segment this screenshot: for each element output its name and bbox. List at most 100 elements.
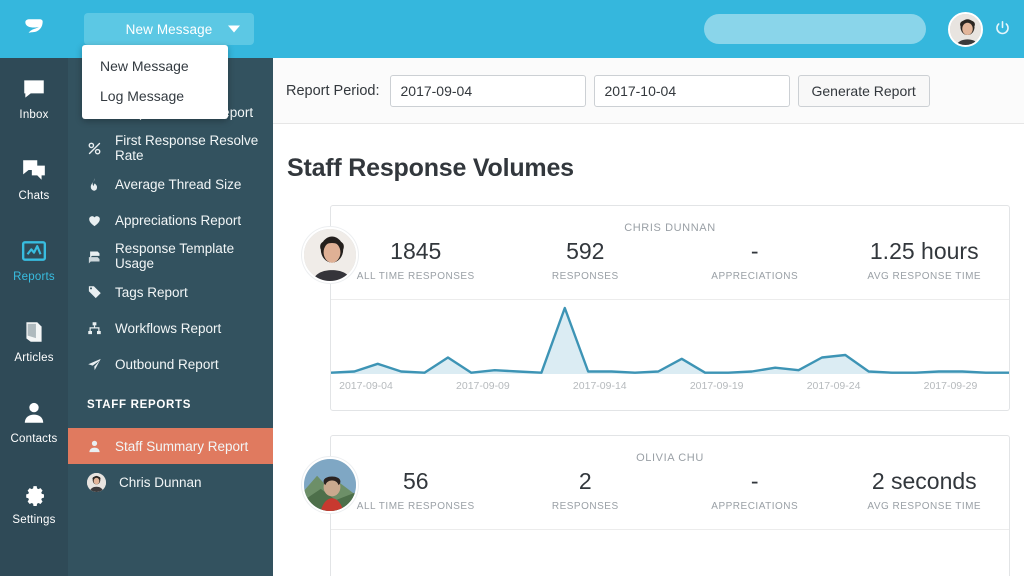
stat-label: ALL TIME RESPONSES [356, 501, 475, 512]
staff-reports-section-header: STAFF REPORTS [87, 399, 192, 411]
new-message-button-label: New Message [125, 21, 213, 37]
sidebar-item-chris-dunnan[interactable]: Chris Dunnan [68, 464, 273, 500]
sidebar-item-contacts[interactable]: Contacts [0, 382, 68, 463]
tag-icon [87, 285, 102, 300]
stat-label: AVG RESPONSE TIME [867, 501, 982, 512]
chart-x-tick-label: 2017-09-29 [923, 380, 978, 392]
sidebar-item-label: Contacts [10, 433, 58, 445]
stat-avg-response-time: 1.25 hours AVG RESPONSE TIME [840, 236, 1010, 282]
sidebar-item-label: Average Thread Size [115, 176, 242, 192]
stat-label: ALL TIME RESPONSES [356, 271, 475, 282]
main-content: Report Period: Generate Report Staff Res… [273, 58, 1024, 576]
power-icon[interactable] [993, 19, 1012, 38]
workflow-icon [87, 321, 102, 336]
staff-name: OLIVIA CHU [636, 452, 704, 464]
stat-value: 1.25 hours [869, 238, 979, 264]
avatar [87, 472, 106, 492]
stat-value: 592 [566, 238, 605, 264]
stat-appreciations: - APPRECIATIONS [670, 466, 840, 512]
sidebar-item-label: First Response Resolve Rate [115, 133, 259, 163]
avatar-image [87, 472, 106, 492]
sidebar-item-label: Staff Summary Report [115, 438, 249, 454]
sidebar-item-reports[interactable]: Reports [0, 220, 68, 301]
sidebar-item-average-thread-size[interactable]: Average Thread Size [68, 166, 273, 202]
staff-card: CHRIS DUNNAN 1845 ALL TIME RESPONSES 592… [302, 205, 1010, 411]
sidebar-item-label: Chris Dunnan [119, 474, 202, 490]
date-from-input[interactable] [389, 74, 586, 107]
flame-icon [87, 177, 102, 192]
date-to-input[interactable] [593, 74, 790, 107]
response-volume-chart: 2017-09-04 2017-09-09 2017-09-14 2017-09-19… [331, 300, 1009, 410]
logo[interactable] [0, 0, 68, 58]
sidebar-item-chats[interactable]: Chats [0, 139, 68, 220]
new-message-button[interactable]: New Message [84, 13, 254, 45]
sidebar-item-first-response-resolve-rate[interactable]: First Response Resolve Rate [68, 130, 273, 166]
chevron-down-icon [228, 25, 240, 33]
stat-label: APPRECIATIONS [711, 501, 799, 512]
stat-value: - [750, 238, 759, 264]
person-icon [24, 402, 44, 423]
report-period-label: Report Period: [286, 82, 380, 99]
staff-stats-row: 56 ALL TIME RESPONSES 2 RESPONSES - APPR… [331, 464, 1009, 529]
sidebar-item-inbox[interactable]: Inbox [0, 58, 68, 139]
stat-label: AVG RESPONSE TIME [867, 271, 982, 282]
chart-x-tick-label: 2017-09-24 [806, 380, 861, 392]
book-icon [26, 322, 42, 342]
sparkline-area-chart [331, 300, 1009, 374]
chart-x-tick-label: 2017-09-14 [572, 380, 627, 392]
chart-x-axis: 2017-09-04 2017-09-09 2017-09-14 2017-09-19… [331, 380, 1009, 402]
reports-sidebar: Volume Report Response Time Report First… [68, 58, 273, 576]
sidebar-item-label: Settings [12, 514, 56, 526]
template-icon [87, 249, 102, 264]
chart-monitor-icon [21, 241, 47, 261]
sidebar-item-appreciations-report[interactable]: Appreciations Report [68, 202, 273, 238]
percent-icon [87, 141, 102, 156]
sidebar-item-label: Workflows Report [115, 320, 222, 336]
stat-responses: 592 RESPONSES [501, 236, 671, 282]
chart-x-tick-label: 2017-09-09 [456, 380, 510, 392]
staff-cards-list: CHRIS DUNNAN 1845 ALL TIME RESPONSES 592… [273, 183, 1024, 576]
sidebar-item-tags-report[interactable]: Tags Report [68, 274, 273, 310]
chart-x-tick-label: 2017-09-19 [689, 380, 744, 392]
sidebar-item-settings[interactable]: Settings [0, 463, 68, 544]
avatar[interactable] [948, 12, 983, 47]
stat-value: - [750, 468, 759, 494]
sidebar-item-response-template-usage[interactable]: Response Template Usage [68, 238, 273, 274]
new-message-dropdown-menu[interactable]: New Message Log Message [82, 45, 228, 119]
response-volume-chart [331, 530, 1009, 576]
sidebar-item-outbound-report[interactable]: Outbound Report [68, 346, 273, 382]
stat-appreciations: - APPRECIATIONS [670, 236, 840, 282]
stat-avg-response-time: 2 seconds AVG RESPONSE TIME [840, 466, 1010, 512]
paper-plane-icon [87, 357, 102, 372]
staff-stats-row: 1845 ALL TIME RESPONSES 592 RESPONSES - … [331, 234, 1009, 299]
app-root: New Message New Message Log Message Inbo… [0, 0, 1024, 576]
leaf-logo-icon [25, 19, 43, 33]
sidebar-item-label: Response Template Usage [115, 241, 235, 271]
heart-icon [87, 213, 102, 228]
stat-responses: 2 RESPONSES [501, 466, 671, 512]
sidebar-item-label: Reports [13, 271, 55, 283]
chats-icon [23, 160, 45, 180]
sidebar-item-label: Articles [14, 352, 54, 364]
page-title: Staff Response Volumes [287, 154, 574, 182]
sidebar-item-articles[interactable]: Articles [0, 301, 68, 382]
sidebar-item-label: Outbound Report [115, 356, 219, 372]
sidebar-item-label: Tags Report [115, 284, 188, 300]
speech-bubble-icon [24, 80, 44, 98]
dropdown-item-log-message[interactable]: Log Message [82, 81, 228, 111]
stat-label: RESPONSES [551, 501, 619, 512]
sidebar-item-label: Chats [18, 190, 50, 202]
sidebar-item-staff-summary-report[interactable]: Staff Summary Report [68, 428, 273, 464]
avatar [302, 227, 358, 283]
staff-name: CHRIS DUNNAN [624, 222, 716, 234]
dropdown-item-new-message[interactable]: New Message [82, 51, 228, 81]
person-icon [87, 439, 102, 454]
sidebar-item-label: Inbox [19, 109, 49, 121]
sidebar-item-label: Appreciations Report [115, 212, 242, 228]
stat-label: RESPONSES [551, 271, 619, 282]
stat-value: 2 [578, 468, 592, 494]
sidebar-item-workflows-report[interactable]: Workflows Report [68, 310, 273, 346]
gear-icon [26, 486, 44, 507]
search-input[interactable] [704, 14, 926, 44]
generate-report-button[interactable]: Generate Report [797, 74, 930, 107]
